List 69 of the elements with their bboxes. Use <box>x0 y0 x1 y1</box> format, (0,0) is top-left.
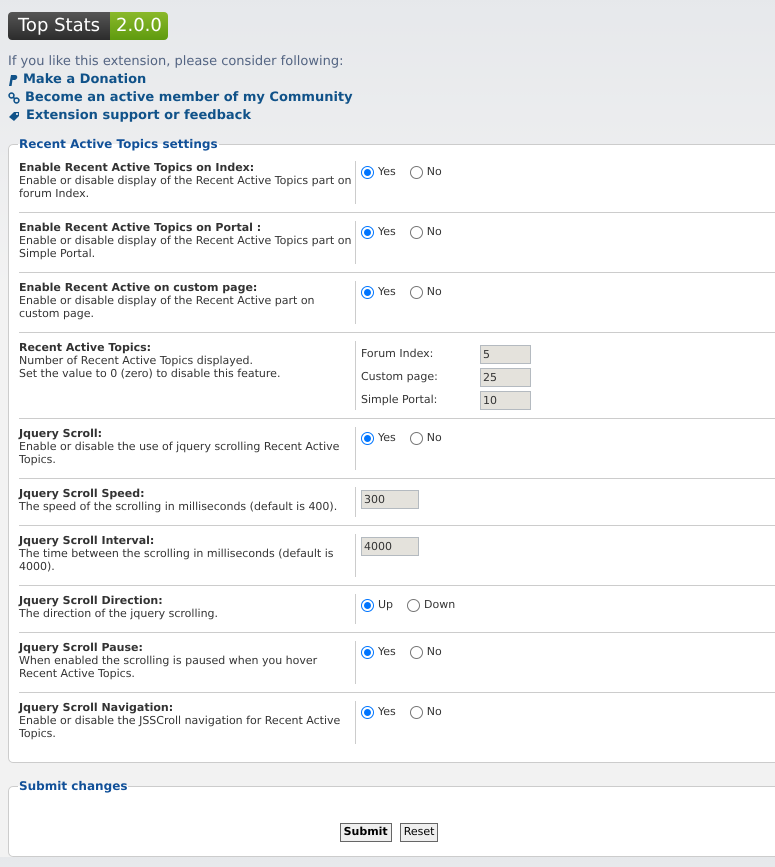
option-label: No <box>426 644 442 660</box>
badge-title: Top Stats <box>8 12 110 40</box>
paypal-icon <box>8 74 18 86</box>
setting-title: Jquery Scroll Pause: <box>19 641 144 654</box>
setting-title: Enable Recent Active on custom page: <box>19 281 258 294</box>
reset-button[interactable]: Reset <box>400 823 438 842</box>
option-label: Yes <box>378 704 396 720</box>
setting-title: Jquery Scroll Direction: <box>19 594 164 607</box>
setting-title: Jquery Scroll Speed: <box>19 487 146 500</box>
setting-description: When enabled the scrolling is paused when you hover Recent Active Topics. <box>19 654 318 680</box>
setting-title: Jquery Scroll Interval: <box>19 534 156 547</box>
setting-description: Enable or disable the JSSCroll navigation for Recent Active Topics. <box>19 714 342 740</box>
radio-button[interactable] <box>410 432 423 445</box>
setting-title: Jquery Scroll Navigation: <box>19 701 174 714</box>
radio-button[interactable] <box>410 226 423 239</box>
setting-description: Enable or disable display of the Recent Active part on custom page. <box>19 294 316 320</box>
link[interactable]: Become an active member of my Community <box>8 89 353 107</box>
radio-button[interactable] <box>407 598 420 612</box>
radio-button[interactable] <box>361 646 374 659</box>
setting-title: Enable Recent Active Topics on Index: <box>19 161 256 174</box>
option-label: No <box>426 164 442 180</box>
option-label: No <box>426 430 442 446</box>
option-label: Down <box>424 597 456 613</box>
radio-button[interactable] <box>361 706 374 719</box>
number-field[interactable]: 300 <box>361 490 419 509</box>
setting-description: Enable or disable the use of jquery scrolling Recent Active Topics. <box>19 440 340 466</box>
link[interactable]: Extension support or feedback <box>8 107 252 125</box>
tag-icon <box>8 110 21 122</box>
option-label: Yes <box>378 164 396 180</box>
radio-button[interactable] <box>361 166 374 179</box>
setting-title: Jquery Scroll: <box>19 427 104 440</box>
setting-title: Recent Active Topics: <box>19 341 152 354</box>
option-label: Up <box>378 597 394 613</box>
number-field[interactable]: 5 <box>480 345 531 364</box>
radio-button[interactable] <box>361 432 374 445</box>
setting-description: The speed of the scrolling in milliseconds (default is 400). <box>19 500 338 513</box>
number-field[interactable]: 4000 <box>361 537 419 556</box>
number-field[interactable]: 10 <box>480 391 531 410</box>
setting-description: Number of Recent Active Topics displayed. Set the value to 0 (zero) to disable this feature. <box>19 354 282 380</box>
field-label: Forum Index: <box>361 346 434 362</box>
section-legend: Submit changes <box>18 777 128 795</box>
option-label: Yes <box>378 644 396 660</box>
option-label: Yes <box>378 224 396 240</box>
radio-button[interactable] <box>361 286 374 299</box>
submit-button[interactable]: Submit <box>340 823 392 842</box>
setting-description: The time between the scrolling in milliseconds (default is 4000). <box>19 547 335 573</box>
version-badge: 2.0.0 <box>110 12 168 40</box>
number-field[interactable]: 25 <box>480 368 531 387</box>
radio-button[interactable] <box>361 598 374 612</box>
link[interactable]: Make a Donation <box>8 71 146 89</box>
setting-description: Enable or disable display of the Recent Active Topics part on forum Index. <box>19 174 352 200</box>
link-icon <box>8 92 20 104</box>
field-label: Simple Portal: <box>361 392 438 408</box>
option-label: Yes <box>378 284 396 300</box>
option-label: Yes <box>378 430 396 446</box>
radio-button[interactable] <box>410 706 423 719</box>
option-label: No <box>426 224 442 240</box>
radio-button[interactable] <box>410 646 423 659</box>
setting-description: The direction of the jquery scrolling. <box>19 607 220 620</box>
intro-text: If you like this extension, please consider following: <box>8 53 344 71</box>
section-legend: Recent Active Topics settings <box>18 135 219 153</box>
field-label: Custom page: <box>361 369 439 386</box>
radio-button[interactable] <box>361 226 374 239</box>
setting-title: Enable Recent Active Topics on Portal : <box>19 221 262 234</box>
radio-button[interactable] <box>410 166 423 179</box>
option-label: No <box>426 704 442 720</box>
setting-description: Enable or disable display of the Recent Active Topics part on Simple Portal. <box>19 234 352 260</box>
radio-button[interactable] <box>410 286 423 299</box>
option-label: No <box>426 284 442 300</box>
